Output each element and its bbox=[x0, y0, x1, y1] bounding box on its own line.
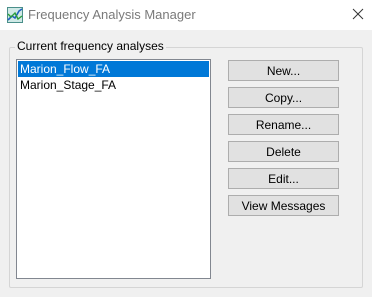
view-messages-button[interactable]: View Messages bbox=[228, 195, 339, 216]
analyses-listbox[interactable]: Marion_Flow_FA Marion_Stage_FA bbox=[16, 59, 211, 279]
title-bar[interactable]: Frequency Analysis Manager bbox=[0, 0, 372, 30]
list-item-marion-stage-fa[interactable]: Marion_Stage_FA bbox=[18, 77, 209, 93]
frequency-analysis-manager-window: Frequency Analysis Manager Current frequ… bbox=[0, 0, 372, 297]
edit-button[interactable]: Edit... bbox=[228, 168, 339, 189]
copy-button[interactable]: Copy... bbox=[228, 87, 339, 108]
frequency-chart-icon bbox=[7, 7, 23, 23]
delete-button[interactable]: Delete bbox=[228, 141, 339, 162]
list-item-marion-flow-fa[interactable]: Marion_Flow_FA bbox=[18, 61, 209, 77]
close-button[interactable] bbox=[344, 0, 372, 30]
rename-button[interactable]: Rename... bbox=[228, 114, 339, 135]
window-title: Frequency Analysis Manager bbox=[28, 7, 196, 22]
new-button[interactable]: New... bbox=[228, 60, 339, 81]
group-label: Current frequency analyses bbox=[15, 39, 166, 53]
close-icon bbox=[352, 8, 364, 20]
